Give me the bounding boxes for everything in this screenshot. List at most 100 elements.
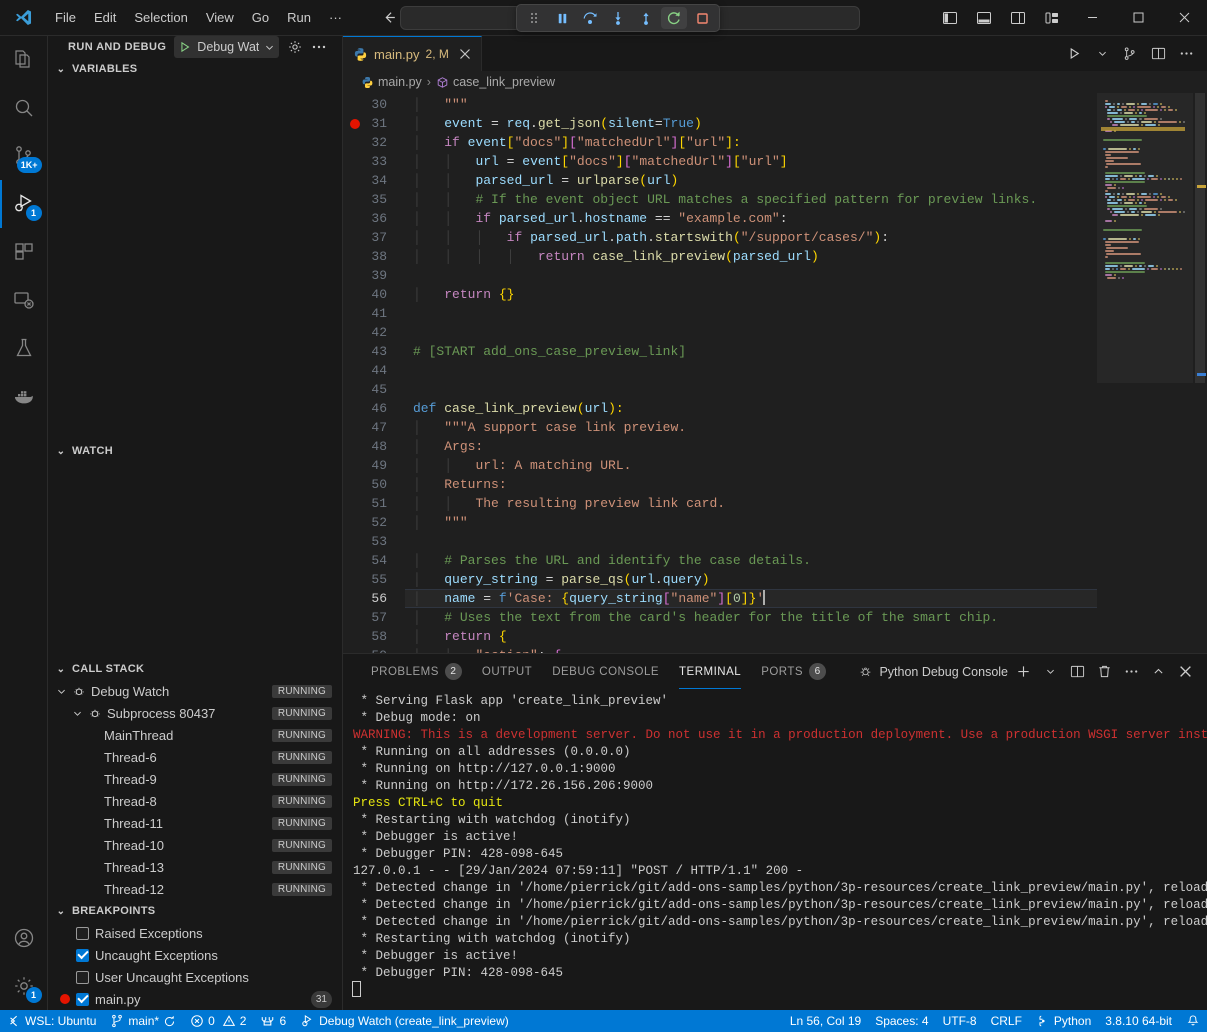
status-remote-indicator[interactable]: WSL: Ubuntu (0, 1010, 103, 1032)
breakpoint-checkbox[interactable] (76, 927, 89, 940)
step-over-button[interactable] (577, 7, 603, 29)
code-line[interactable]: │ │ # If the event object URL matches a … (405, 190, 1097, 209)
line-number[interactable]: 51 (343, 494, 405, 513)
line-number[interactable]: 39 (343, 266, 405, 285)
menu-run[interactable]: Run (278, 6, 320, 29)
code-content[interactable]: │ """│ event = req.get_json(silent=True)… (405, 93, 1097, 653)
activitybar-item-explorer[interactable] (0, 36, 48, 84)
line-number[interactable]: 41 (343, 304, 405, 323)
call-stack-row[interactable]: Thread-9RUNNING (48, 768, 342, 790)
arrow-left-icon[interactable] (381, 9, 398, 26)
panel-tab-problems[interactable]: PROBLEMS2 (361, 654, 472, 689)
panel-tab-debug-console[interactable]: DEBUG CONSOLE (542, 654, 669, 689)
status-problems[interactable]: 0 2 (183, 1010, 253, 1032)
call-stack-row[interactable]: MainThreadRUNNING (48, 724, 342, 746)
call-stack-row[interactable]: Thread-13RUNNING (48, 856, 342, 878)
grip-dots-icon[interactable] (521, 7, 547, 29)
customize-layout[interactable] (1035, 2, 1069, 34)
code-line[interactable]: │ │ url: A matching URL. (405, 456, 1097, 475)
terminal-output[interactable]: * Serving Flask app 'create_link_preview… (343, 689, 1207, 1010)
code-line[interactable]: │ return {} (405, 285, 1097, 304)
run-options-dropdown[interactable] (1089, 40, 1115, 68)
panel-tab-output[interactable]: OUTPUT (472, 654, 542, 689)
status-cursor-position[interactable]: Ln 56, Col 19 (783, 1010, 868, 1032)
code-line[interactable]: # [START add_ons_case_preview_link] (405, 342, 1097, 361)
code-line[interactable]: │ """ (405, 95, 1097, 114)
menu-file[interactable]: File (46, 6, 85, 29)
line-number[interactable]: 56 (343, 589, 405, 608)
toggle-primary-sidebar[interactable] (933, 2, 967, 34)
debug-configuration-selector[interactable]: Debug Wat (174, 36, 279, 58)
close-panel-button[interactable] (1173, 660, 1197, 684)
breakpoints-section-header[interactable]: ⌄ BREAKPOINTS (48, 900, 342, 922)
menu-more[interactable]: ··· (320, 6, 351, 29)
line-number[interactable]: 38 (343, 247, 405, 266)
code-line[interactable] (405, 323, 1097, 342)
activitybar-item-manage[interactable]: 1 (0, 962, 48, 1010)
code-line[interactable]: │ # Uses the text from the card's header… (405, 608, 1097, 627)
active-terminal-label[interactable]: Python Debug Console (858, 664, 1008, 679)
line-number[interactable]: 52 (343, 513, 405, 532)
code-line[interactable]: │ return { (405, 627, 1097, 646)
line-number[interactable]: 33 (343, 152, 405, 171)
line-number[interactable]: 54 (343, 551, 405, 570)
call-stack-row[interactable]: Thread-11RUNNING (48, 812, 342, 834)
call-stack-row[interactable]: Debug WatchRUNNING (48, 680, 342, 702)
activitybar-item-remote-explorer[interactable] (0, 276, 48, 324)
activitybar-item-extensions[interactable] (0, 228, 48, 276)
line-number[interactable]: 49 (343, 456, 405, 475)
line-number[interactable]: 36 (343, 209, 405, 228)
call-stack-row[interactable]: Thread-12RUNNING (48, 878, 342, 900)
line-number[interactable]: 55 (343, 570, 405, 589)
breakpoint-checkbox[interactable] (76, 971, 89, 984)
code-line[interactable]: │ │ │ │ return case_link_preview(parsed_… (405, 247, 1097, 266)
line-number[interactable]: 35 (343, 190, 405, 209)
breakpoint-checkbox[interactable] (76, 949, 89, 962)
close-button[interactable] (1161, 0, 1207, 36)
line-number[interactable]: 59 (343, 646, 405, 653)
menu-selection[interactable]: Selection (125, 6, 196, 29)
line-number[interactable]: 46 (343, 399, 405, 418)
menu-view[interactable]: View (197, 6, 243, 29)
status-git-branch[interactable]: main* (103, 1010, 183, 1032)
maximize-button[interactable] (1115, 0, 1161, 36)
code-line[interactable]: │ if event["docs"]["matchedUrl"]["url"]: (405, 133, 1097, 152)
status-encoding[interactable]: UTF-8 (936, 1010, 984, 1032)
panel-tab-ports[interactable]: PORTS6 (751, 654, 836, 689)
call-stack-row[interactable]: Thread-10RUNNING (48, 834, 342, 856)
code-line[interactable]: │ │ │ if parsed_url.path.startswith("/su… (405, 228, 1097, 247)
code-line[interactable] (405, 380, 1097, 399)
line-number[interactable]: 47 (343, 418, 405, 437)
code-line[interactable]: │ │ parsed_url = urlparse(url) (405, 171, 1097, 190)
status-notifications[interactable] (1179, 1010, 1207, 1032)
close-icon[interactable] (459, 48, 471, 60)
editor-tab-main-py[interactable]: main.py 2, M (343, 36, 482, 71)
chevron-down-icon[interactable] (72, 708, 88, 719)
line-number[interactable]: 57 (343, 608, 405, 627)
line-number[interactable]: 50 (343, 475, 405, 494)
play-icon[interactable] (178, 40, 192, 54)
editor-vertical-scrollbar[interactable] (1193, 93, 1207, 653)
run-python-file-button[interactable] (1061, 40, 1087, 68)
code-line[interactable]: │ """A support case link preview. (405, 418, 1097, 437)
line-number[interactable]: 31 (343, 114, 405, 133)
line-number[interactable]: 40 (343, 285, 405, 304)
kill-terminal-button[interactable] (1092, 660, 1116, 684)
chevron-down-icon[interactable] (56, 686, 72, 697)
activitybar-item-docker[interactable] (0, 372, 48, 420)
code-line[interactable] (405, 532, 1097, 551)
step-out-button[interactable] (633, 7, 659, 29)
toggle-secondary-sidebar[interactable] (1001, 2, 1035, 34)
code-editor[interactable]: 3031323334353637383940414243444546474849… (343, 93, 1207, 653)
panel-more-actions-button[interactable] (1119, 660, 1143, 684)
line-number[interactable]: 45 (343, 380, 405, 399)
breakpoint-checkbox[interactable] (76, 993, 89, 1006)
terminal-profile-dropdown[interactable] (1038, 660, 1062, 684)
breakpoint-row[interactable]: Raised Exceptions (48, 922, 342, 944)
variables-section-header[interactable]: ⌄ VARIABLES (48, 58, 342, 80)
code-line[interactable]: │ # Parses the URL and identify the case… (405, 551, 1097, 570)
debug-settings-gear-icon[interactable] (287, 39, 303, 55)
code-line[interactable]: │ │ The resulting preview link card. (405, 494, 1097, 513)
activitybar-item-testing[interactable] (0, 324, 48, 372)
new-terminal-button[interactable] (1011, 660, 1035, 684)
